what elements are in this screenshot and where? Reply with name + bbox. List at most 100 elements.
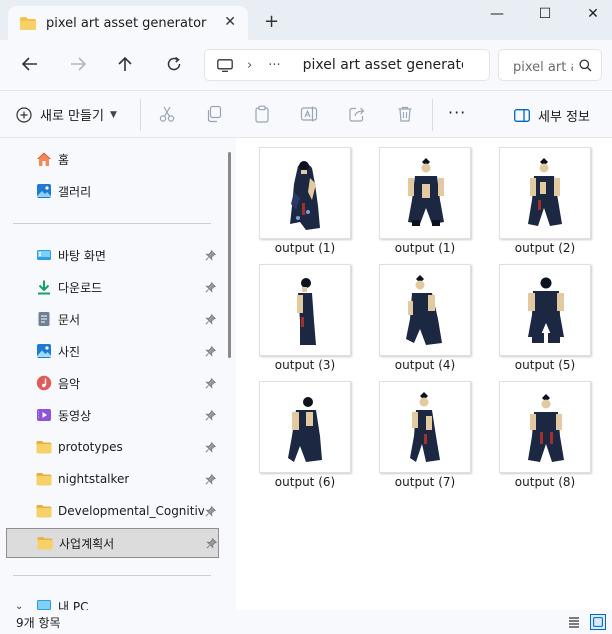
- file-thumbnail[interactable]: [379, 147, 471, 239]
- monitor-icon: [217, 58, 233, 72]
- character-sprite-image: [408, 158, 444, 226]
- close-button[interactable]: ✕: [578, 6, 608, 28]
- breadcrumb-overflow[interactable]: ···: [268, 58, 280, 73]
- folder-icon: [36, 505, 52, 518]
- file-name: output (1): [394, 241, 456, 255]
- folder-icon: [36, 441, 52, 454]
- delete-icon[interactable]: [396, 105, 414, 123]
- new-tab-button[interactable]: +: [264, 11, 279, 32]
- character-sprite-image: [288, 397, 322, 462]
- search-input[interactable]: pixel art asset generator 검색: [513, 56, 573, 75]
- share-icon[interactable]: [348, 105, 366, 123]
- new-item-button[interactable]: 새로 만들기 ▼: [16, 105, 117, 124]
- cut-icon[interactable]: [158, 105, 176, 123]
- details-pane-button[interactable]: 세부 정보: [514, 106, 590, 125]
- title-bar: pixel art asset generator ✕ + — ☐ ✕: [0, 0, 612, 40]
- music-icon: [36, 375, 52, 391]
- tab-close-icon[interactable]: ✕: [224, 14, 236, 30]
- sidebar-item-label: 사업계획서: [59, 536, 115, 551]
- pin-icon[interactable]: [205, 313, 216, 325]
- file-thumbnail[interactable]: [499, 147, 591, 239]
- desktop-icon: [37, 250, 51, 260]
- minimize-button[interactable]: —: [482, 6, 512, 28]
- download-icon: [38, 280, 50, 295]
- sidebar-item-nightstalker[interactable]: nightstalker: [0, 464, 236, 494]
- gallery-icon: [37, 184, 51, 198]
- rename-icon[interactable]: [300, 105, 318, 123]
- sidebar-item-label: 갤러리: [58, 184, 92, 199]
- file-thumbnail[interactable]: [259, 147, 351, 239]
- sidebar-scrollbar[interactable]: [228, 152, 231, 358]
- details-label: 세부 정보: [538, 110, 590, 125]
- up-arrow-icon[interactable]: [118, 56, 132, 72]
- folder-icon: [37, 537, 53, 550]
- pin-icon[interactable]: [206, 537, 217, 549]
- video-icon: [37, 409, 51, 421]
- file-thumbnail[interactable]: [259, 381, 351, 473]
- sidebar-item-pictures[interactable]: 사진: [0, 336, 236, 366]
- sidebar-item-home[interactable]: 홈: [0, 144, 236, 174]
- home-icon: [37, 152, 51, 166]
- pin-icon[interactable]: [205, 409, 216, 421]
- pin-icon[interactable]: [205, 377, 216, 389]
- status-bar: 9개 항목: [0, 610, 612, 634]
- back-arrow-icon[interactable]: [22, 57, 38, 71]
- sidebar-item-prototypes[interactable]: prototypes: [0, 432, 236, 462]
- sidebar-item-label: 문서: [58, 312, 81, 327]
- list-view-icon[interactable]: [566, 614, 582, 630]
- maximize-button[interactable]: ☐: [530, 6, 560, 28]
- file-name: output (3): [274, 358, 336, 372]
- sidebar-item-label: 홈: [58, 152, 70, 167]
- sidebar-item-downloads[interactable]: 다운로드: [0, 272, 236, 302]
- refresh-icon[interactable]: [166, 56, 182, 72]
- thumbnail-view-icon[interactable]: [590, 614, 606, 630]
- file-name: output (4): [394, 358, 456, 372]
- item-count: 9개 항목: [16, 616, 61, 630]
- sidebar-item-developmental[interactable]: Developmental_Cognitive_A: [0, 496, 236, 526]
- new-item-label: 새로 만들기: [40, 109, 104, 124]
- add-circle-icon: [16, 106, 32, 123]
- sidebar-item-gallery[interactable]: 갤러리: [0, 176, 236, 206]
- toolbar-divider: [140, 99, 141, 131]
- sidebar-item-documents[interactable]: 문서: [0, 304, 236, 334]
- sidebar-item-videos[interactable]: 동영상: [0, 400, 236, 430]
- folder-icon: [20, 16, 36, 30]
- pin-icon[interactable]: [205, 505, 216, 517]
- file-thumbnail[interactable]: [379, 381, 471, 473]
- more-options-button[interactable]: ···: [448, 103, 466, 122]
- file-thumbnail[interactable]: [379, 264, 471, 356]
- pin-icon[interactable]: [205, 281, 216, 293]
- pin-icon[interactable]: [205, 473, 216, 485]
- address-bar[interactable]: › ··· pixel art asset generator: [204, 49, 490, 81]
- character-sprite-image: [528, 277, 564, 343]
- file-name: output (8): [514, 475, 576, 489]
- pin-icon[interactable]: [205, 249, 216, 261]
- search-box[interactable]: pixel art asset generator 검색: [498, 49, 602, 81]
- file-name: output (6): [274, 475, 336, 489]
- file-thumbnail[interactable]: [499, 381, 591, 473]
- pin-icon[interactable]: [205, 345, 216, 357]
- copy-icon[interactable]: [205, 105, 223, 123]
- forward-arrow-icon[interactable]: [70, 57, 86, 71]
- file-name: output (2): [514, 241, 576, 255]
- file-thumbnail[interactable]: [499, 264, 591, 356]
- file-thumbnail[interactable]: [259, 264, 351, 356]
- sidebar-item-label: Developmental_Cognitive_A: [58, 504, 204, 518]
- sidebar-item-business-plan[interactable]: 사업계획서: [6, 528, 219, 558]
- pin-icon[interactable]: [205, 441, 216, 453]
- paste-icon[interactable]: [253, 105, 271, 123]
- breadcrumb-current[interactable]: pixel art asset generator: [303, 57, 463, 73]
- character-sprite-image: [410, 392, 440, 462]
- sidebar-item-desktop[interactable]: 바탕 화면: [0, 240, 236, 270]
- navigation-pane: 홈 갤러리 바탕 화면 다운로드 문서 사진 음악 동영상 prototypes…: [0, 138, 236, 614]
- character-sprite-image: [297, 278, 316, 345]
- tab-title: pixel art asset generator: [46, 15, 207, 31]
- sidebar-divider: [13, 575, 211, 576]
- breadcrumb-separator[interactable]: ›: [247, 58, 252, 73]
- tab-active[interactable]: pixel art asset generator ✕: [8, 6, 248, 40]
- character-sprite-image: [528, 394, 564, 462]
- file-name: output (5): [514, 358, 576, 372]
- character-sprite-image: [528, 158, 562, 226]
- document-icon: [38, 312, 50, 326]
- sidebar-item-music[interactable]: 음악: [0, 368, 236, 398]
